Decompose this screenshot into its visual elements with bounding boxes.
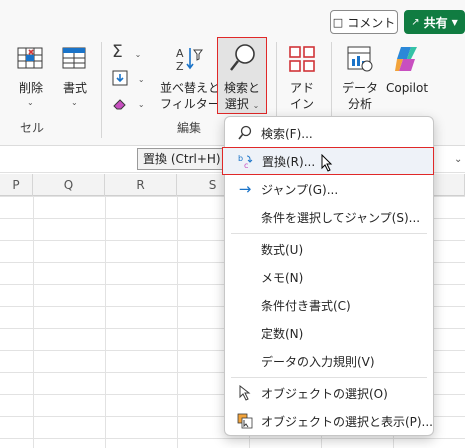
menu-separator bbox=[231, 233, 427, 234]
column-header-r[interactable]: R bbox=[105, 174, 177, 196]
chevron-down-icon: ⌄ bbox=[134, 50, 142, 59]
menu-item-constants[interactable]: 定数(N) bbox=[225, 319, 433, 347]
comment-label: コメント bbox=[347, 15, 396, 30]
sort-filter-label-line1: 並べ替えと bbox=[160, 81, 221, 95]
menu-item-goto[interactable]: → ジャンプ(G)... bbox=[225, 175, 433, 203]
format-button[interactable]: 書式 ⌄ bbox=[56, 42, 96, 108]
share-icon: ↗ bbox=[411, 16, 420, 28]
group-separator bbox=[101, 42, 102, 138]
search-icon bbox=[238, 125, 252, 140]
addins-icon bbox=[289, 46, 315, 72]
analyze-label-line1: データ bbox=[341, 81, 378, 95]
column-header-label: S bbox=[208, 178, 217, 192]
menu-item-label: 定数(N) bbox=[261, 326, 304, 341]
comment-icon: □ bbox=[332, 15, 344, 29]
find-select-menu: 検索(F)... bc 置換(R)... → ジャンプ(G)... 条件を選択し… bbox=[222, 116, 434, 436]
svg-text:c: c bbox=[244, 161, 248, 169]
chevron-down-icon: ⌄ bbox=[137, 74, 145, 84]
share-button[interactable]: ↗ 共有 ▼ bbox=[404, 10, 465, 34]
find-select-label-line1: 検索と bbox=[223, 81, 260, 95]
menu-item-formulas[interactable]: 数式(U) bbox=[225, 235, 433, 263]
sigma-icon: Σ bbox=[112, 42, 123, 62]
analyze-data-icon bbox=[347, 46, 373, 72]
menu-item-goto-special[interactable]: 条件を選択してジャンプ(S)... bbox=[225, 203, 433, 231]
delete-cells-icon bbox=[17, 47, 43, 69]
replace-icon: bc bbox=[238, 154, 253, 169]
format-label: 書式 bbox=[62, 81, 87, 95]
clear-button[interactable]: ⌄ bbox=[112, 96, 152, 116]
tooltip: 置換 (Ctrl+H) bbox=[137, 148, 231, 170]
svg-text:Z: Z bbox=[176, 60, 184, 72]
delete-label: 削除 bbox=[18, 81, 43, 95]
sort-filter-label-text: フィルター bbox=[160, 97, 220, 111]
menu-item-label: メモ(N) bbox=[261, 270, 304, 285]
menu-item-label: 置換(R)... bbox=[262, 154, 316, 169]
comment-button[interactable]: □ コメント bbox=[330, 10, 398, 34]
menu-item-conditional-formatting[interactable]: 条件付き書式(C) bbox=[225, 291, 433, 319]
sort-filter-button[interactable]: A Z 並べ替えと フィルター ⌄ bbox=[160, 42, 230, 114]
analyze-label-line2: 分析 bbox=[347, 97, 372, 111]
column-header-q[interactable]: Q bbox=[33, 174, 105, 196]
svg-text:b: b bbox=[238, 154, 243, 163]
eraser-icon bbox=[113, 98, 126, 109]
chevron-down-icon[interactable]: ⌄ bbox=[454, 154, 462, 165]
column-header-p[interactable]: P bbox=[0, 174, 33, 196]
delete-button[interactable]: 削除 ⌄ bbox=[12, 42, 52, 108]
find-select-label-line2: 選択 ⌄ bbox=[218, 96, 266, 114]
analyze-data-button[interactable]: データ 分析 bbox=[338, 42, 382, 112]
format-cells-icon bbox=[62, 47, 86, 69]
chevron-down-icon: ⌄ bbox=[71, 98, 78, 107]
menu-item-select-objects[interactable]: オブジェクトの選択(O) bbox=[225, 379, 433, 407]
addins-label-line1: アド bbox=[289, 81, 314, 95]
arrow-right-icon: → bbox=[238, 180, 252, 198]
share-label: 共有 bbox=[423, 15, 448, 30]
copilot-label: Copilot bbox=[385, 81, 429, 95]
addins-label-line2: イン bbox=[289, 97, 314, 111]
menu-item-label: 数式(U) bbox=[261, 242, 304, 257]
fill-button[interactable]: ⌄ bbox=[112, 70, 152, 90]
column-header-label: Q bbox=[63, 178, 74, 192]
sort-filter-label-line2: フィルター ⌄ bbox=[160, 96, 230, 114]
svg-text:A: A bbox=[176, 47, 184, 60]
menu-item-data-validation[interactable]: データの入力規則(V) bbox=[225, 347, 433, 375]
search-icon bbox=[230, 44, 255, 71]
menu-item-label: 条件付き書式(C) bbox=[261, 298, 351, 313]
find-select-label-text: 選択 bbox=[224, 97, 249, 111]
menu-item-label: 条件を選択してジャンプ(S)... bbox=[261, 210, 421, 225]
sort-filter-icon: A Z bbox=[176, 47, 203, 72]
menu-item-find[interactable]: 検索(F)... bbox=[225, 119, 433, 147]
selection-pane-icon bbox=[237, 413, 253, 429]
menu-item-label: オブジェクトの選択と表示(P)... bbox=[260, 414, 433, 429]
menu-separator bbox=[231, 377, 427, 378]
group-label-edit: 編集 bbox=[177, 121, 202, 135]
chevron-down-icon: ⌄ bbox=[137, 100, 145, 109]
find-select-button[interactable]: 検索と 選択 ⌄ bbox=[217, 37, 267, 114]
group-label-cells: セル bbox=[20, 121, 45, 135]
addins-button[interactable]: アド イン bbox=[283, 42, 321, 112]
menu-item-label: オブジェクトの選択(O) bbox=[261, 386, 388, 401]
menu-item-label: ジャンプ(G)... bbox=[261, 182, 339, 197]
chevron-down-icon: ⌄ bbox=[27, 98, 34, 107]
chevron-down-icon: ▼ bbox=[451, 17, 458, 27]
copilot-button[interactable]: Copilot bbox=[384, 42, 430, 112]
fill-down-icon bbox=[112, 70, 128, 86]
menu-item-label: データの入力規則(V) bbox=[261, 354, 375, 369]
chevron-down-icon: ⌄ bbox=[252, 101, 260, 110]
menu-item-notes[interactable]: メモ(N) bbox=[225, 263, 433, 291]
menu-item-label: 検索(F)... bbox=[261, 126, 313, 141]
menu-item-selection-pane[interactable]: オブジェクトの選択と表示(P)... bbox=[225, 407, 433, 435]
pointer-icon bbox=[239, 385, 251, 401]
column-header-label: P bbox=[12, 178, 20, 192]
copilot-icon bbox=[395, 47, 417, 71]
mouse-cursor-icon bbox=[321, 154, 333, 172]
autosum-button[interactable]: Σ ⌄ bbox=[112, 42, 152, 62]
column-header-label: R bbox=[136, 178, 145, 192]
menu-item-replace[interactable]: bc 置換(R)... bbox=[222, 147, 434, 175]
